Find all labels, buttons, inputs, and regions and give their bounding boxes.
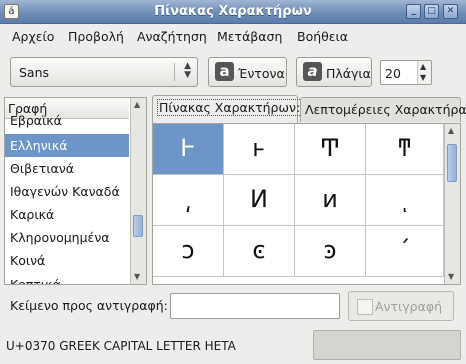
copy-text-input[interactable]: [170, 293, 340, 319]
script-item[interactable]: Ιθαγενών Καναδά: [5, 180, 129, 203]
copy-text-label: Κείμενο προς αντιγραφή:: [10, 298, 168, 313]
updown-chevron-icon: ▲ ▼: [184, 61, 191, 80]
char-cell[interactable]: Ͳ: [295, 124, 366, 175]
menu-bar: Αρχείο Προβολή Αναζήτηση Μετάβαση Βοήθει…: [0, 24, 466, 48]
char-cell[interactable]: ͼ: [224, 226, 295, 277]
tab-character-details-label: Λεπτομέρειες Χαρακτήρα: [305, 102, 466, 117]
character-grid: Ͱ ͱ Ͳ ͳ ͵ Ͷ ͷ ͺ ͻ ͼ ͽ ΄ ▲ ▼: [152, 123, 461, 285]
menu-help[interactable]: Βοήθεια: [297, 29, 348, 44]
italic-label: Πλάγια: [326, 66, 371, 81]
character-pane: Πίνακας Χαρακτήρων: Λεπτομέρειες Χαρακτή…: [152, 95, 466, 285]
char-cell[interactable]: ΄: [366, 226, 444, 277]
scroll-up-icon[interactable]: ▲: [448, 126, 454, 135]
scrollbar-thumb[interactable]: [133, 215, 143, 237]
character-grid-scrollbar[interactable]: ▲ ▼: [444, 124, 460, 284]
char-cell[interactable]: ͷ: [295, 175, 366, 226]
scroll-down-icon[interactable]: ▼: [448, 272, 454, 281]
italic-icon: a: [303, 62, 322, 81]
tab-character-table[interactable]: Πίνακας Χαρακτήρων:: [152, 95, 303, 123]
spin-up-icon[interactable]: ▲: [420, 62, 426, 71]
script-item[interactable]: Κοινά: [5, 249, 129, 272]
char-cell[interactable]: ͽ: [295, 226, 366, 277]
scroll-up-icon[interactable]: ▲: [134, 100, 140, 109]
italic-toggle-button[interactable]: a Πλάγια: [296, 57, 372, 87]
bold-icon: a: [215, 62, 234, 81]
script-item[interactable]: Καρικά: [5, 203, 129, 226]
char-cell[interactable]: ͻ: [153, 226, 224, 277]
status-panel: [313, 330, 461, 360]
font-family-value: Sans: [19, 65, 50, 80]
copy-button[interactable]: Αντιγραφή: [348, 291, 454, 321]
char-cell-selected[interactable]: Ͱ: [153, 124, 224, 175]
status-text: U+0370 GREEK CAPITAL LETTER HETA: [6, 339, 236, 353]
menu-search[interactable]: Αναζήτηση: [137, 29, 207, 44]
script-list-scrollbar[interactable]: ▲ ▼: [130, 98, 146, 284]
char-cell[interactable]: ͵: [153, 175, 224, 226]
tab-character-details[interactable]: Λεπτομέρειες Χαρακτήρα: [300, 97, 466, 122]
char-cell[interactable]: Ͷ: [224, 175, 295, 226]
char-cell[interactable]: ͱ: [224, 124, 295, 175]
script-item-selected[interactable]: Ελληνικά: [5, 134, 129, 157]
font-family-combo[interactable]: Sans ▲ ▼: [10, 57, 198, 87]
script-item[interactable]: Εβραϊκά: [5, 109, 129, 132]
scroll-down-icon[interactable]: ▼: [134, 272, 140, 281]
spinner-buttons: ▲ ▼: [417, 61, 431, 84]
bold-toggle-button[interactable]: a Έντονα: [208, 57, 287, 87]
copy-icon: [357, 299, 373, 315]
menu-file[interactable]: Αρχείο: [12, 29, 54, 44]
menu-view[interactable]: Προβολή: [68, 29, 124, 44]
menu-go[interactable]: Μετάβαση: [217, 29, 282, 44]
script-list-pane: Γραφή Εβραϊκά Ελληνικά Θιβετιανά Ιθαγενώ…: [4, 97, 147, 285]
script-item[interactable]: Κοπτικά: [5, 273, 129, 284]
script-item[interactable]: Θιβετιανά: [5, 157, 129, 180]
copy-button-label: Αντιγραφή: [375, 299, 443, 314]
status-bar: U+0370 GREEK CAPITAL LETTER HETA: [0, 330, 466, 364]
maximize-button[interactable]: □: [424, 4, 439, 19]
spin-down-icon[interactable]: ▼: [420, 73, 426, 82]
scrollbar-thumb[interactable]: [447, 144, 457, 182]
title-bar: á Πίνακας Χαρακτήρων _ □ ✕: [0, 0, 466, 24]
script-item[interactable]: Κληρονομημένα: [5, 226, 129, 249]
char-cell[interactable]: ͳ: [366, 124, 444, 175]
bold-label: Έντονα: [238, 66, 285, 81]
close-button[interactable]: ✕: [443, 4, 458, 19]
font-size-value: 20: [385, 66, 401, 81]
window-title: Πίνακας Χαρακτήρων: [154, 4, 312, 19]
minimize-button[interactable]: _: [406, 4, 421, 19]
combo-separator: [174, 63, 175, 81]
tab-character-table-label: Πίνακας Χαρακτήρων:: [157, 99, 303, 116]
char-cell[interactable]: ͺ: [366, 175, 444, 226]
font-size-spinner[interactable]: 20 ▲ ▼: [380, 60, 432, 85]
